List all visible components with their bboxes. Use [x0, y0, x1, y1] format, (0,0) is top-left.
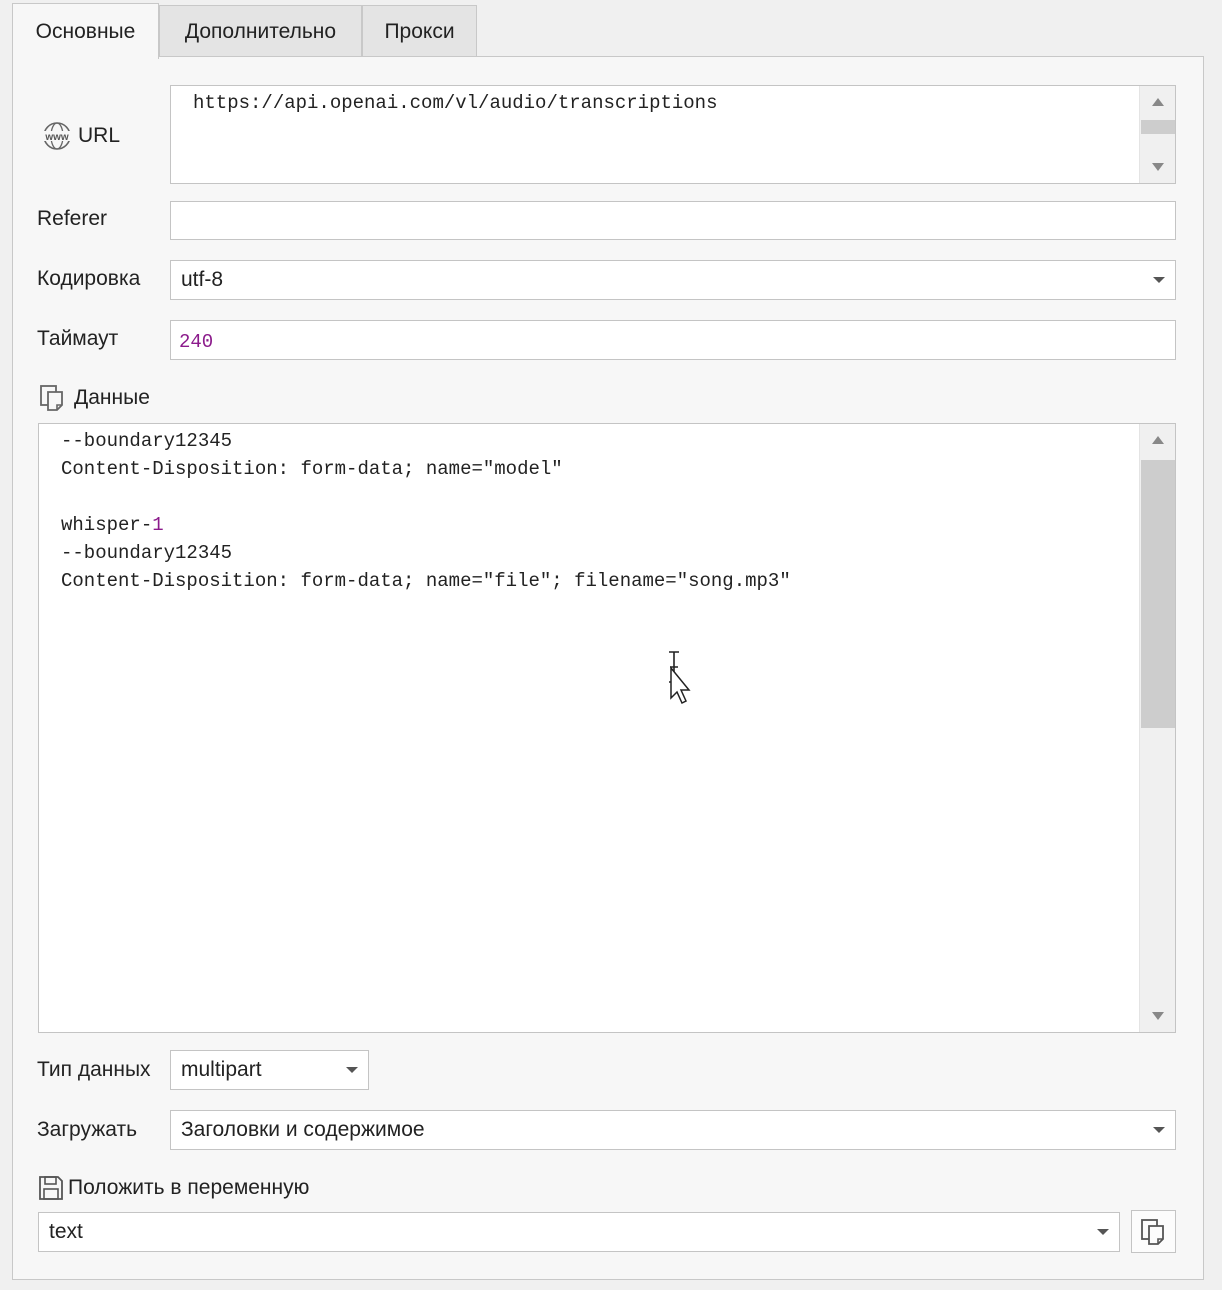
- url-scroll-thumb[interactable]: [1141, 120, 1175, 134]
- svg-text:www: www: [44, 132, 69, 143]
- referer-label: Referer: [37, 207, 108, 230]
- data-type-label: Тип данных: [37, 1058, 151, 1081]
- tab-proxy-label: Прокси: [384, 19, 455, 43]
- timeout-label: Таймаут: [37, 327, 119, 350]
- chevron-down-icon[interactable]: [346, 1067, 358, 1073]
- url-scrollbar[interactable]: [1139, 86, 1175, 183]
- tab-main[interactable]: Основные: [12, 3, 159, 59]
- data-scrollbar[interactable]: [1139, 424, 1175, 1032]
- scroll-down-icon[interactable]: [1151, 1012, 1164, 1020]
- tab-main-label: Основные: [35, 19, 136, 43]
- chevron-down-icon[interactable]: [1153, 1127, 1165, 1133]
- tab-advanced[interactable]: Дополнительно: [159, 5, 362, 57]
- data-textarea[interactable]: --boundary12345 Content-Disposition: for…: [38, 423, 1176, 1033]
- variable-picker-button[interactable]: [1131, 1210, 1176, 1253]
- scroll-down-icon[interactable]: [1151, 163, 1164, 171]
- copy-pages-icon: [38, 383, 68, 413]
- floppy-disk-icon: [37, 1174, 65, 1202]
- tab-advanced-label: Дополнительно: [184, 19, 337, 43]
- save-var-label: Положить в переменную: [68, 1176, 310, 1199]
- data-label-group: Данные: [38, 383, 150, 413]
- data-type-value: multipart: [181, 1058, 262, 1081]
- data-line-text: whisper-: [61, 514, 153, 536]
- url-input[interactable]: https://api.openai.com/vl/audio/transcri…: [170, 85, 1176, 184]
- data-type-select[interactable]: multipart: [170, 1050, 369, 1090]
- data-line: whisper-1: [61, 514, 164, 536]
- referer-input[interactable]: [170, 201, 1176, 240]
- encoding-select[interactable]: utf-8: [170, 260, 1176, 300]
- url-value: https://api.openai.com/vl/audio/transcri…: [193, 92, 718, 114]
- encoding-label: Кодировка: [37, 267, 141, 290]
- chevron-down-icon[interactable]: [1153, 277, 1165, 283]
- copy-pages-icon: [1139, 1217, 1169, 1247]
- globe-www-icon: www: [40, 120, 74, 152]
- data-line: --boundary12345: [61, 430, 233, 452]
- data-line: Content-Disposition: form-data; name="mo…: [61, 458, 563, 480]
- mouse-cursor-icon: [669, 651, 691, 705]
- load-label: Загружать: [37, 1118, 138, 1141]
- data-line-number: 1: [152, 514, 164, 536]
- tab-proxy[interactable]: Прокси: [362, 5, 477, 57]
- save-var-select[interactable]: text: [38, 1212, 1120, 1252]
- save-var-value: text: [49, 1220, 83, 1243]
- load-value: Заголовки и содержимое: [181, 1118, 425, 1141]
- url-label-group: www URL: [40, 120, 120, 152]
- data-line: --boundary12345: [61, 542, 233, 564]
- scroll-up-icon[interactable]: [1151, 436, 1164, 444]
- url-label: URL: [78, 124, 121, 147]
- scroll-up-icon[interactable]: [1151, 98, 1164, 106]
- chevron-down-icon[interactable]: [1097, 1229, 1109, 1235]
- data-label: Данные: [74, 386, 150, 409]
- timeout-value: 240: [179, 331, 214, 353]
- load-select[interactable]: Заголовки и содержимое: [170, 1110, 1176, 1150]
- data-line: Content-Disposition: form-data; name="fi…: [61, 570, 791, 592]
- timeout-input[interactable]: 240: [170, 320, 1176, 360]
- save-var-label-group: Положить в переменную: [37, 1173, 309, 1203]
- encoding-value: utf-8: [181, 268, 224, 291]
- data-scroll-thumb[interactable]: [1141, 460, 1175, 728]
